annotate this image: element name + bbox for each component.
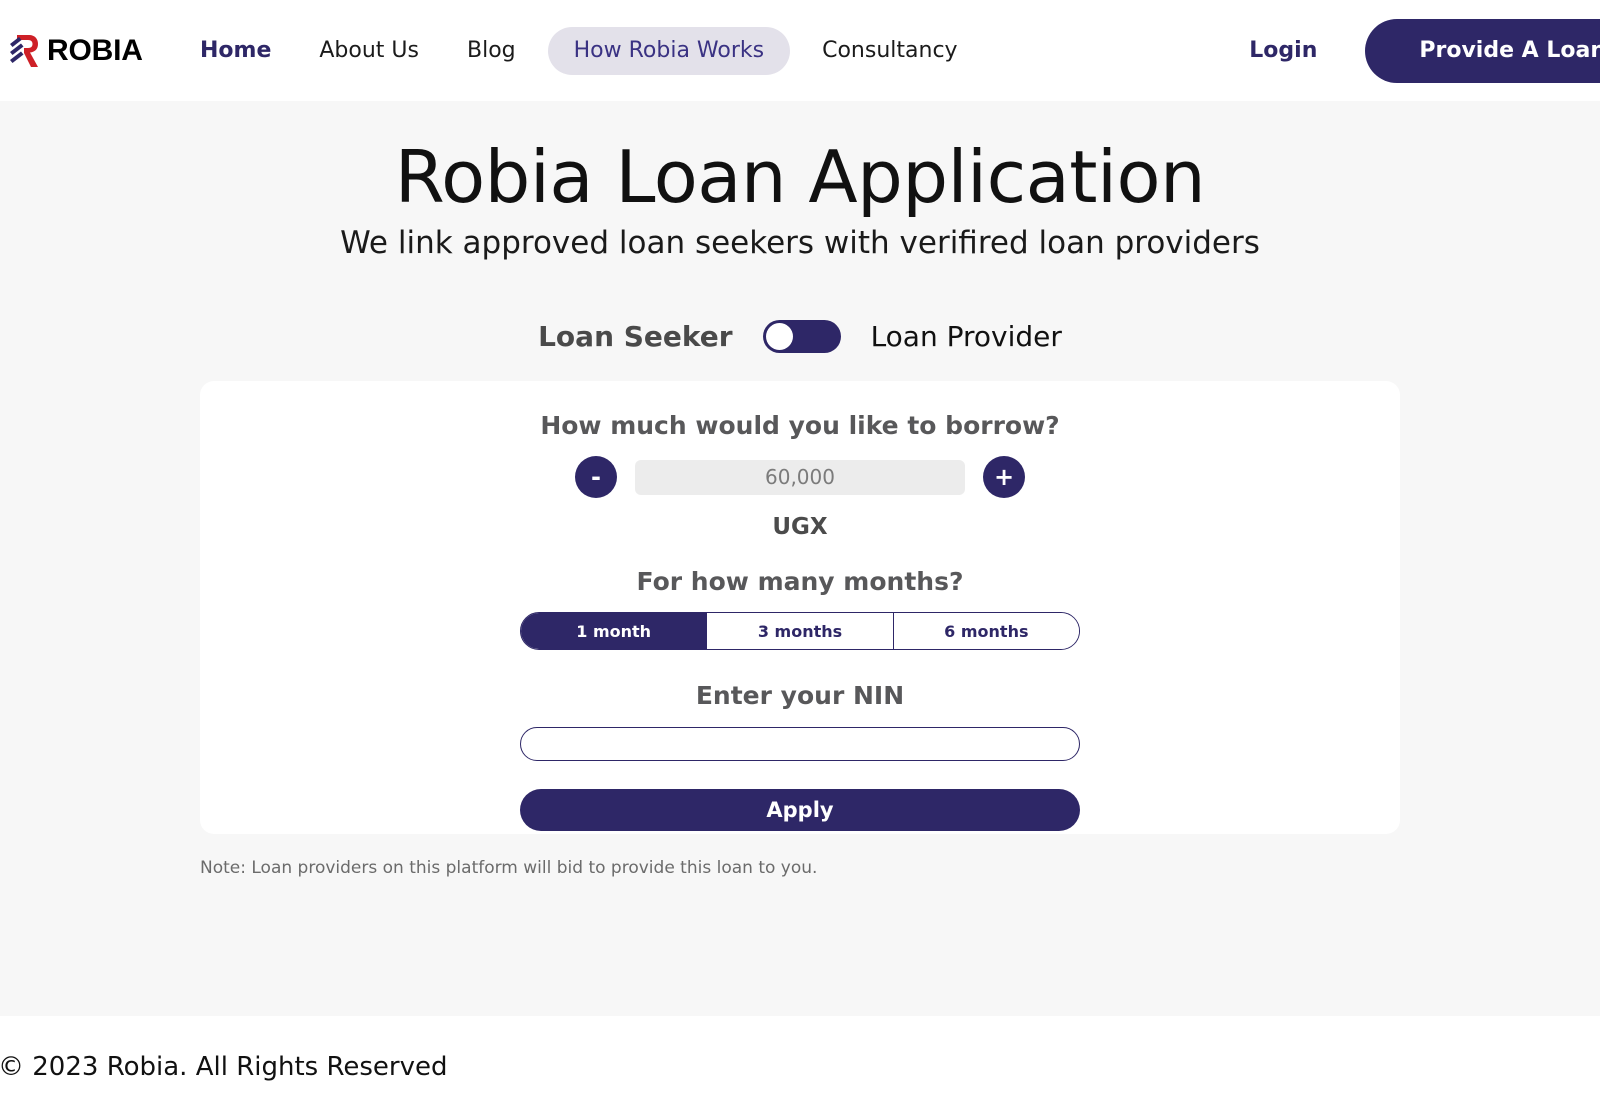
login-link[interactable]: Login <box>1249 38 1317 63</box>
months-option-6-months[interactable]: 6 months <box>893 613 1079 649</box>
loan-application-card: How much would you like to borrow? - + U… <box>200 381 1400 834</box>
copyright-text: © 2023 Robia. All Rights Reserved <box>0 1051 448 1082</box>
page-body: Robia Loan Application We link approved … <box>0 101 1600 1016</box>
role-label-loan-seeker[interactable]: Loan Seeker <box>538 320 732 353</box>
nav-item-consultancy[interactable]: Consultancy <box>798 39 981 62</box>
nav-actions: Login Provide A Loan <box>1249 18 1600 83</box>
nav-item-about-us[interactable]: About Us <box>295 39 443 62</box>
role-label-loan-provider[interactable]: Loan Provider <box>871 320 1062 353</box>
provide-a-loan-button[interactable]: Provide A Loan <box>1365 18 1600 83</box>
note-text: Note: Loan providers on this platform wi… <box>200 858 818 878</box>
currency-label: UGX <box>772 514 828 540</box>
amount-stepper-row: - + <box>200 456 1400 498</box>
amount-input[interactable] <box>635 459 965 495</box>
months-option-3-months[interactable]: 3 months <box>707 613 894 649</box>
brand-logo[interactable]: ROBIA <box>8 31 143 71</box>
nin-input[interactable] <box>520 727 1080 761</box>
amount-decrement-button[interactable]: - <box>575 456 617 498</box>
role-toggle-switch[interactable] <box>762 319 841 353</box>
nav-item-blog[interactable]: Blog <box>443 39 540 62</box>
months-option-1-month[interactable]: 1 month <box>521 613 708 649</box>
apply-button[interactable]: Apply <box>520 789 1080 831</box>
top-navbar: ROBIA Home About Us Blog How Robia Works… <box>0 0 1600 101</box>
nav-item-home[interactable]: Home <box>200 39 295 62</box>
role-toggle-group: Loan Seeker Loan Provider <box>0 319 1600 353</box>
page-title: Robia Loan Application <box>394 135 1206 219</box>
amount-increment-button[interactable]: + <box>983 456 1025 498</box>
page-footer: © 2023 Robia. All Rights Reserved <box>0 1016 1600 1117</box>
amount-question-label: How much would you like to borrow? <box>540 411 1060 440</box>
months-segmented-control: 1 month 3 months 6 months <box>520 612 1080 650</box>
nin-question-label: Enter your NIN <box>695 681 905 710</box>
brand-name: ROBIA <box>47 33 143 67</box>
nav-item-how-robia-works[interactable]: How Robia Works <box>547 26 791 75</box>
nav-links: Home About Us Blog How Robia Works Consu… <box>200 26 982 75</box>
toggle-knob <box>765 322 793 350</box>
months-question-label: For how many months? <box>636 567 964 596</box>
page-subtitle: We link approved loan seekers with verif… <box>340 224 1260 261</box>
robia-r-logo-icon <box>10 34 38 67</box>
